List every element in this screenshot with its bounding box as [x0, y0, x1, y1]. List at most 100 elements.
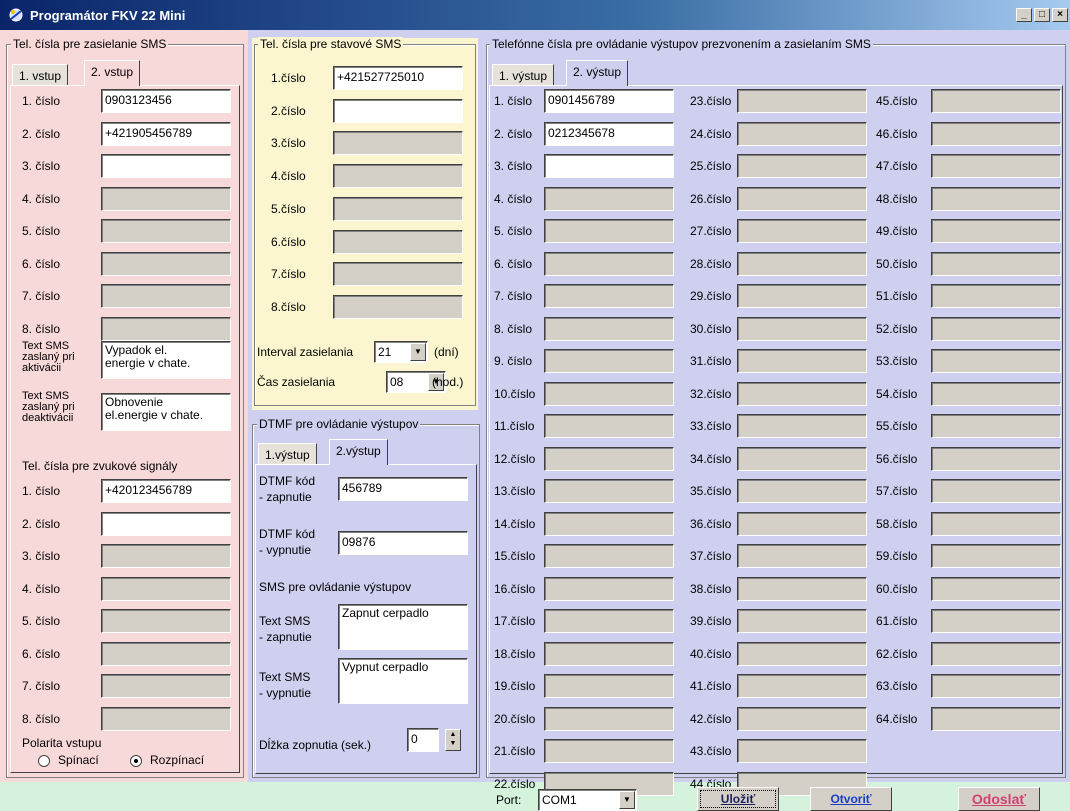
output-number-57-field[interactable] [931, 479, 1061, 503]
close-button[interactable]: × [1052, 8, 1068, 22]
output-number-8-field[interactable] [544, 316, 674, 341]
output-number-37-field[interactable] [737, 544, 867, 568]
minimize-button[interactable]: _ [1016, 8, 1032, 22]
output-number-31-field[interactable] [737, 349, 867, 373]
output-number-47-field[interactable] [931, 154, 1061, 178]
output-number-56-field[interactable] [931, 446, 1061, 471]
sound-number-1-field[interactable]: +420123456789 [101, 479, 231, 503]
sms-off-textarea[interactable]: Vypnut cerpadlo [338, 658, 468, 704]
output-number-58-field[interactable] [931, 511, 1061, 536]
output-number-64-field[interactable] [931, 706, 1061, 731]
output-number-14-field[interactable] [544, 511, 674, 536]
output-number-24-field[interactable] [737, 121, 867, 146]
status-number-7-field[interactable] [333, 262, 463, 287]
output-number-26-field[interactable] [737, 186, 867, 211]
output-number-15-field[interactable] [544, 544, 674, 568]
output-number-4-field[interactable] [544, 186, 674, 211]
output-number-38-field[interactable] [737, 576, 867, 601]
sms-number-6-field[interactable] [101, 251, 231, 276]
sms-on-textarea[interactable]: Zapnut cerpadlo [338, 604, 468, 650]
status-number-2-field[interactable] [333, 98, 463, 123]
chevron-down-icon[interactable]: ▼ [619, 791, 635, 809]
output-number-2-field[interactable]: 0212345678 [544, 121, 674, 146]
output-number-41-field[interactable] [737, 674, 867, 698]
pulse-spinner[interactable]: ▲ ▼ [445, 729, 461, 751]
output-number-12-field[interactable] [544, 446, 674, 471]
chevron-down-icon[interactable]: ▼ [410, 343, 426, 361]
maximize-button[interactable]: □ [1034, 8, 1050, 22]
save-button[interactable]: Uložiť [697, 787, 779, 811]
output-number-46-field[interactable] [931, 121, 1061, 146]
output-number-9-field[interactable] [544, 349, 674, 373]
polarity-spinaci-radio[interactable] [38, 755, 50, 767]
output-number-63-field[interactable] [931, 674, 1061, 698]
output-number-61-field[interactable] [931, 609, 1061, 633]
output-number-11-field[interactable] [544, 414, 674, 438]
output-number-53-field[interactable] [931, 349, 1061, 373]
output-number-34-field[interactable] [737, 446, 867, 471]
output-number-10-field[interactable] [544, 381, 674, 406]
output-number-32-field[interactable] [737, 381, 867, 406]
tab-2-vystup[interactable]: 2. výstup [566, 60, 629, 86]
output-number-54-field[interactable] [931, 381, 1061, 406]
output-number-5-field[interactable] [544, 219, 674, 243]
status-number-4-field[interactable] [333, 164, 463, 189]
output-number-40-field[interactable] [737, 641, 867, 666]
tab-1-vstup[interactable]: 1. vstup [12, 64, 69, 86]
output-number-39-field[interactable] [737, 609, 867, 633]
output-number-50-field[interactable] [931, 251, 1061, 276]
sound-number-8-field[interactable] [101, 706, 231, 731]
sms-number-3-field[interactable] [101, 154, 231, 178]
output-number-55-field[interactable] [931, 414, 1061, 438]
deactivation-sms-textarea[interactable]: Obnovenie el.energie v chate. [101, 393, 231, 431]
port-select[interactable]: COM1 ▼ [538, 789, 637, 811]
sound-number-6-field[interactable] [101, 641, 231, 666]
status-number-3-field[interactable] [333, 131, 463, 156]
output-number-35-field[interactable] [737, 479, 867, 503]
pulse-length-field[interactable]: 0 [407, 728, 439, 752]
output-number-52-field[interactable] [931, 316, 1061, 341]
sms-number-7-field[interactable] [101, 284, 231, 308]
open-button[interactable]: Otvoriť [810, 787, 892, 811]
sms-number-5-field[interactable] [101, 219, 231, 243]
polarity-rozpinaci-radio[interactable] [130, 755, 142, 767]
output-number-59-field[interactable] [931, 544, 1061, 568]
output-number-62-field[interactable] [931, 641, 1061, 666]
output-number-6-field[interactable] [544, 251, 674, 276]
output-number-42-field[interactable] [737, 706, 867, 731]
output-number-3-field[interactable] [544, 154, 674, 178]
output-number-20-field[interactable] [544, 706, 674, 731]
status-number-8-field[interactable] [333, 294, 463, 319]
output-number-33-field[interactable] [737, 414, 867, 438]
tab-2-vstup[interactable]: 2. vstup [84, 60, 141, 86]
output-number-51-field[interactable] [931, 284, 1061, 308]
sound-number-7-field[interactable] [101, 674, 231, 698]
sound-number-2-field[interactable] [101, 511, 231, 536]
status-number-1-field[interactable]: +421527725010 [333, 66, 463, 90]
dtmf-on-field[interactable]: 456789 [338, 477, 468, 501]
output-number-25-field[interactable] [737, 154, 867, 178]
output-number-27-field[interactable] [737, 219, 867, 243]
sms-number-1-field[interactable]: 0903123456 [101, 89, 231, 113]
output-number-28-field[interactable] [737, 251, 867, 276]
output-number-48-field[interactable] [931, 186, 1061, 211]
status-number-6-field[interactable] [333, 229, 463, 254]
activation-sms-textarea[interactable]: Vypadok el. energie v chate. [101, 341, 231, 379]
sms-number-4-field[interactable] [101, 186, 231, 211]
tab-1-vystup-dtmf[interactable]: 1.výstup [258, 443, 317, 465]
output-number-29-field[interactable] [737, 284, 867, 308]
output-number-17-field[interactable] [544, 609, 674, 633]
sound-number-4-field[interactable] [101, 576, 231, 601]
output-number-23-field[interactable] [737, 89, 867, 113]
output-number-18-field[interactable] [544, 641, 674, 666]
title-bar[interactable]: Programátor FKV 22 Mini _ □ × [0, 0, 1070, 30]
sms-number-8-field[interactable] [101, 316, 231, 341]
sound-number-3-field[interactable] [101, 544, 231, 568]
output-number-1-field[interactable]: 0901456789 [544, 89, 674, 113]
output-number-36-field[interactable] [737, 511, 867, 536]
output-number-19-field[interactable] [544, 674, 674, 698]
send-button[interactable]: Odoslať [958, 787, 1040, 811]
sound-number-5-field[interactable] [101, 609, 231, 633]
sms-number-2-field[interactable]: +421905456789 [101, 121, 231, 146]
output-number-21-field[interactable] [544, 739, 674, 763]
